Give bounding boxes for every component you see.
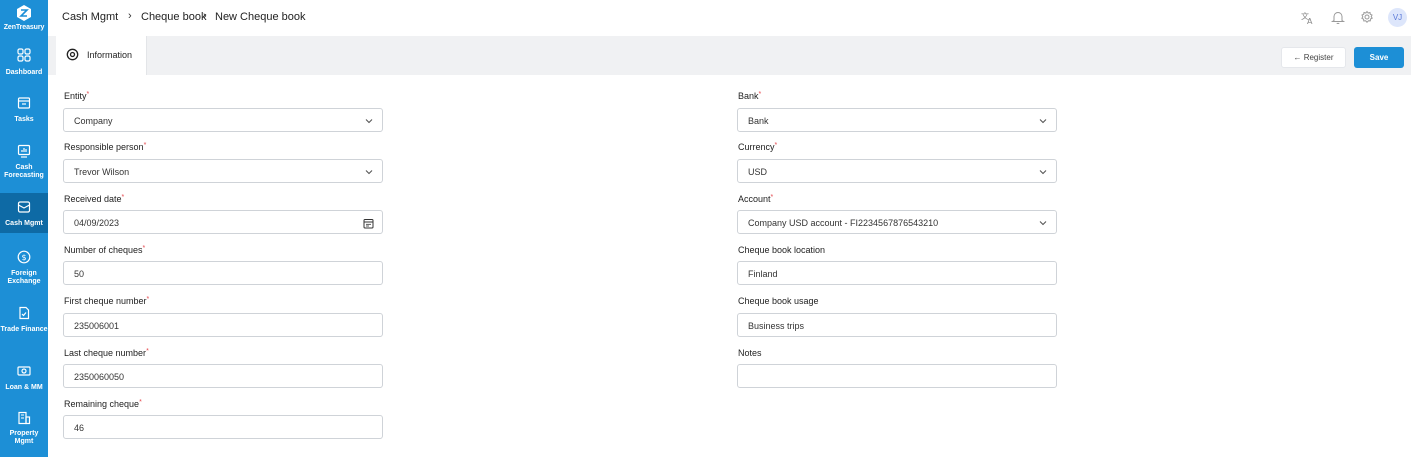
sidebar-item-label: Cash Mgmt (5, 220, 43, 227)
responsible-person-select[interactable]: Trevor Wilson (63, 159, 383, 183)
sidebar-item-label: Loan & MM (5, 384, 43, 391)
account-select[interactable]: Company USD account - FI2234567876543210 (737, 210, 1057, 234)
cheque-book-location-label: Cheque book location (738, 245, 826, 255)
sidebar-item-label: Property Mgmt (9, 430, 39, 445)
tab-bar: Information ← Register Save (48, 36, 1411, 75)
calendar-icon[interactable] (363, 218, 374, 229)
first-cheque-number-input[interactable]: 235006001 (63, 313, 383, 337)
last-cheque-number-input[interactable]: 2350060050 (63, 364, 383, 388)
sidebar-item-trade-finance[interactable]: Trade Finance (0, 304, 48, 348)
info-gear-icon (66, 48, 79, 61)
tab-information[interactable]: Information (56, 36, 147, 75)
svg-text:$: $ (21, 253, 26, 262)
sidebar-item-property-mgmt[interactable]: Property Mgmt (0, 409, 48, 457)
breadcrumb-new-cheque-book: New Cheque book (215, 11, 306, 23)
grid-icon (17, 48, 31, 62)
app-title: Cash Mgmt (62, 11, 119, 23)
translate-icon[interactable]: 文 A (1300, 10, 1315, 25)
inbox-icon (17, 97, 31, 109)
notes-label: Notes (738, 348, 762, 358)
chevron-down-icon (1039, 119, 1047, 124)
chart-icon (17, 144, 31, 158)
account-label: Account* (738, 194, 774, 204)
top-bar: Cash Mgmt › Cheque book › New Cheque boo… (48, 0, 1411, 36)
remaining-cheque-input[interactable]: 46 (63, 415, 383, 439)
cheque-book-location-input[interactable]: Finland (737, 261, 1057, 285)
building-icon (18, 411, 31, 425)
svg-text:A: A (1307, 17, 1313, 25)
chevron-down-icon (365, 170, 373, 175)
sidebar-item-label: Dashboard (5, 69, 43, 76)
document-icon (19, 306, 30, 320)
sidebar-item-dashboard[interactable]: Dashboard (0, 44, 48, 84)
sidebar-item-tasks[interactable]: Tasks (0, 92, 48, 128)
chevron-down-icon (1039, 221, 1047, 226)
register-button[interactable]: ← Register (1281, 47, 1346, 68)
save-button[interactable]: Save (1354, 47, 1404, 68)
cash-icon (17, 201, 31, 213)
sidebar-item-label: Tasks (14, 116, 34, 123)
sidebar-item-loan-mm[interactable]: Loan & MM (0, 362, 48, 398)
bank-label: Bank* (738, 91, 762, 101)
number-of-cheques-input[interactable]: 50 (63, 261, 383, 285)
chevron-down-icon (365, 119, 373, 124)
sidebar-item-label: Trade Finance (0, 326, 48, 333)
chevron-down-icon (1039, 170, 1047, 175)
currency-select[interactable]: USD (737, 159, 1057, 183)
banknote-icon (17, 366, 31, 376)
sidebar: ZenTreasury Dashboard Tasks Cash Forecas… (0, 0, 48, 457)
breadcrumb-separator: › (203, 10, 207, 22)
zentreasury-logo-icon (17, 5, 31, 21)
sidebar-item-cash-mgmt[interactable]: Cash Mgmt (0, 193, 48, 233)
gear-icon[interactable] (1360, 10, 1374, 24)
currency-label: Currency* (738, 142, 778, 152)
breadcrumb-cheque-book[interactable]: Cheque book (141, 11, 206, 23)
cheque-book-usage-input[interactable]: Business trips (737, 313, 1057, 337)
last-cheque-number-label: Last cheque number* (64, 348, 149, 358)
sidebar-item-foreign-exchange[interactable]: $ Foreign Exchange (0, 246, 48, 290)
tab-label: Information (87, 50, 133, 60)
avatar[interactable]: VJ (1388, 8, 1407, 27)
brand-logo[interactable]: ZenTreasury (0, 0, 48, 36)
bell-icon[interactable] (1331, 10, 1345, 25)
received-date-label: Received date* (64, 194, 125, 204)
received-date-field[interactable]: 04/09/2023 (63, 210, 383, 234)
first-cheque-number-label: First cheque number* (64, 296, 150, 306)
dollar-icon: $ (17, 250, 31, 264)
bank-select[interactable]: Bank (737, 108, 1057, 132)
number-of-cheques-label: Number of cheques* (64, 245, 146, 255)
responsible-person-label: Responsible person* (64, 142, 147, 152)
sidebar-item-cash-forecasting[interactable]: Cash Forecasting (0, 140, 48, 184)
breadcrumb-separator: › (128, 10, 132, 22)
sidebar-item-label: Cash Forecasting (4, 164, 44, 179)
brand-name: ZenTreasury (3, 24, 45, 31)
cheque-book-usage-label: Cheque book usage (738, 296, 819, 306)
notes-input[interactable] (737, 364, 1057, 388)
sidebar-item-label: Foreign Exchange (7, 270, 41, 285)
entity-label: Entity* (64, 91, 90, 101)
entity-select[interactable]: Company (63, 108, 383, 132)
remaining-cheque-label: Remaining cheque* (64, 399, 142, 409)
